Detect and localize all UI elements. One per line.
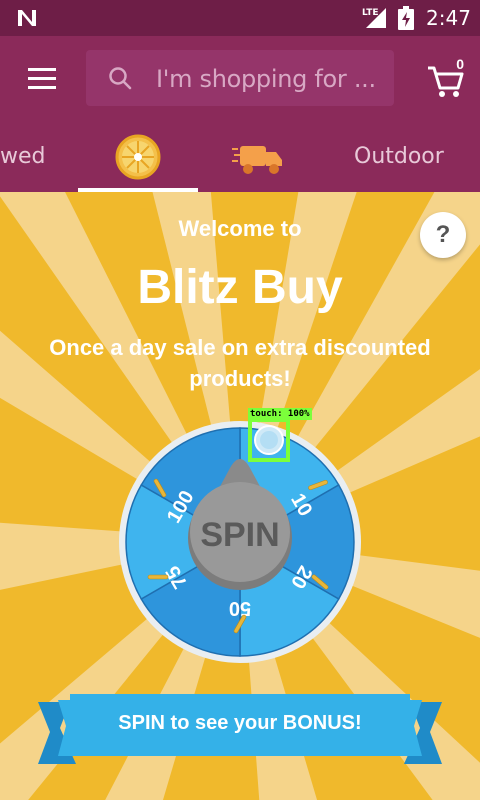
touch-indicator-box: [248, 418, 290, 462]
page-subtitle: Once a day sale on extra discounted prod…: [49, 335, 431, 391]
tab-label: wed: [0, 144, 46, 169]
cart-count: 0: [456, 56, 464, 72]
tab-fast-delivery[interactable]: [198, 122, 318, 192]
tab-blitz-buy[interactable]: [78, 122, 198, 192]
search-placeholder: I'm shopping for ...: [156, 65, 376, 93]
fast-delivery-truck-icon: [232, 146, 282, 174]
menu-button[interactable]: [20, 58, 64, 98]
android-n-icon: [18, 10, 36, 26]
battery-charging-icon: [398, 6, 414, 30]
hamburger-menu-icon: [28, 68, 56, 89]
prize-wheel[interactable]: 10 20 50 75 100 SPIN: [118, 420, 362, 664]
touch-point-icon: [254, 425, 284, 455]
spin-button-label: SPIN: [200, 516, 279, 554]
tab-viewed[interactable]: wed: [0, 122, 78, 192]
page-title: Blitz Buy: [137, 261, 343, 314]
signal-icon: [366, 8, 386, 28]
spin-wheel-icon: [115, 134, 161, 180]
tab-outdoor[interactable]: Outdoor: [318, 122, 480, 192]
tab-label: Outdoor: [354, 144, 444, 169]
search-input[interactable]: I'm shopping for ...: [86, 50, 394, 106]
status-bar: LTE 2:47: [0, 0, 480, 36]
clock: 2:47: [426, 6, 471, 30]
blitz-buy-content: ? Welcome to Blitz Buy Once a day sale o…: [0, 192, 480, 800]
bonus-banner-text: SPIN to see your BONUS!: [118, 712, 362, 734]
welcome-text: Welcome to: [178, 216, 302, 241]
search-icon: [109, 67, 132, 90]
app-toolbar: I'm shopping for ... 0: [0, 36, 480, 122]
cart-button[interactable]: 0: [424, 56, 466, 100]
category-tabs: wed Outdoor: [0, 122, 480, 192]
wheel-segment-label: 50: [229, 597, 251, 619]
